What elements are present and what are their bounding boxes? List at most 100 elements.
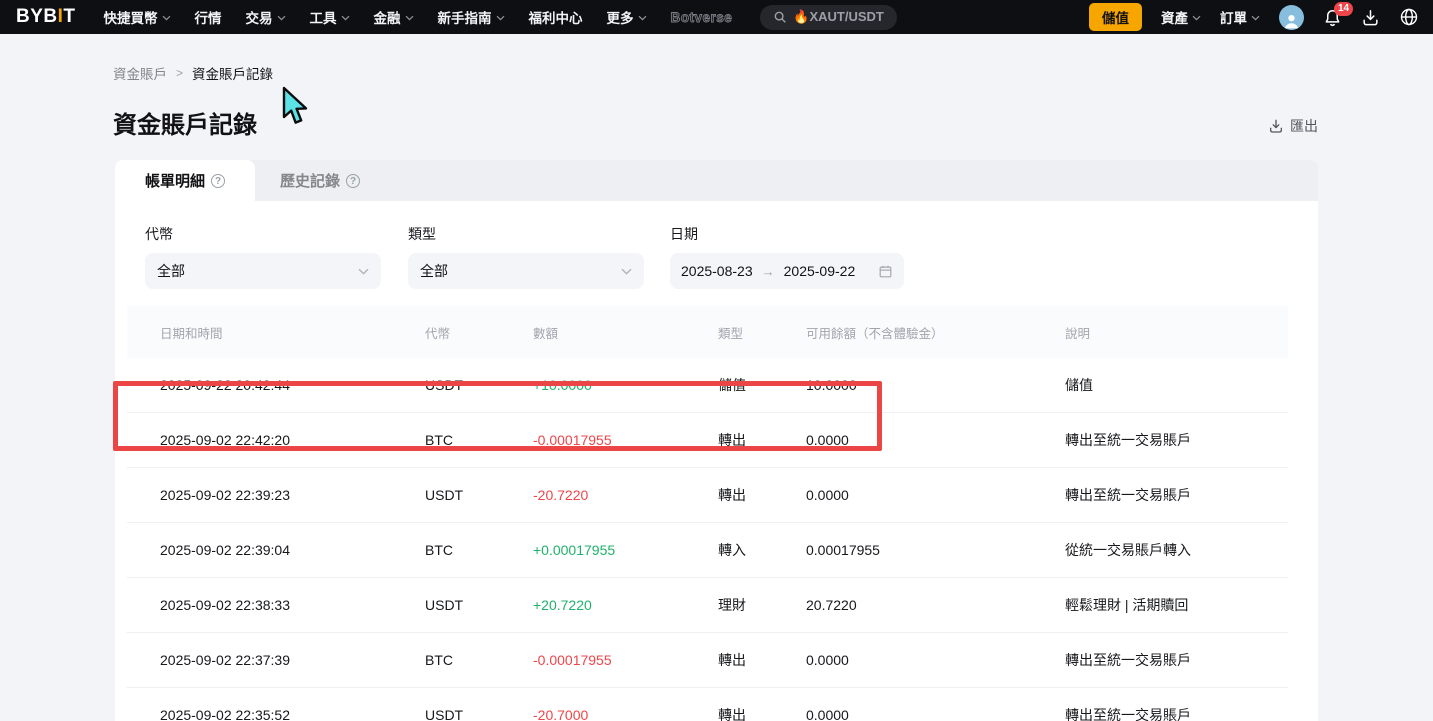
download-app-button[interactable] — [1361, 8, 1380, 27]
chevron-down-icon — [162, 15, 171, 21]
orders-label: 訂單 — [1220, 7, 1247, 27]
table-row[interactable]: 2025-09-22 20:42:44USDT+10.0000儲值10.0000… — [127, 358, 1288, 413]
cell-amount: -0.00017955 — [533, 652, 718, 668]
avatar[interactable] — [1279, 5, 1304, 30]
cell-coin: BTC — [425, 432, 533, 448]
cell-description: 轉出至統一交易賬戶 — [1065, 705, 1288, 721]
breadcrumb-current: 資金賬戶記錄 — [192, 63, 273, 83]
coin-filter-label: 代幣 — [145, 224, 381, 241]
assets-label: 資產 — [1161, 7, 1188, 27]
help-icon[interactable]: ? — [346, 174, 360, 188]
breadcrumb-separator: > — [176, 66, 183, 80]
cell-coin: USDT — [425, 487, 533, 503]
nav-item-4[interactable]: 金融 — [374, 7, 414, 27]
logo-text: BYB — [16, 6, 58, 27]
nav-item-5[interactable]: 新手指南 — [438, 7, 505, 27]
column-header: 數額 — [533, 323, 718, 342]
cell-amount: +20.7220 — [533, 597, 718, 613]
column-header: 代幣 — [425, 323, 533, 342]
chevron-down-icon — [1251, 15, 1260, 21]
assets-menu[interactable]: 資產 — [1161, 7, 1201, 27]
cell-balance: 0.0000 — [806, 432, 1065, 448]
cell-datetime: 2025-09-02 22:38:33 — [160, 597, 425, 613]
help-icon[interactable]: ? — [211, 174, 225, 188]
cell-type: 轉入 — [718, 540, 806, 560]
search-box[interactable]: 🔥XAUT/USDT — [760, 5, 897, 30]
column-header: 類型 — [718, 323, 806, 342]
cell-datetime: 2025-09-22 20:42:44 — [160, 377, 425, 393]
cell-type: 轉出 — [718, 705, 806, 721]
nav-item-6[interactable]: 福利中心 — [529, 7, 583, 27]
nav-item-label: 新手指南 — [438, 7, 492, 27]
tab-1[interactable]: 歷史記錄? — [255, 160, 385, 201]
nav-item-label: 福利中心 — [529, 7, 583, 27]
table-header-row: 日期和時間代幣數額類型可用餘額（不含體驗金）說明 — [127, 306, 1288, 358]
cell-type: 轉出 — [718, 430, 806, 450]
nav-item-0[interactable]: 快捷買幣 — [104, 7, 171, 27]
chevron-down-icon — [405, 15, 414, 21]
date-filter-label: 日期 — [670, 224, 904, 241]
nav-item-3[interactable]: 工具 — [310, 7, 350, 27]
date-arrow: → — [762, 264, 775, 279]
chevron-down-icon — [358, 268, 369, 275]
export-icon — [1268, 118, 1284, 134]
cell-balance: 0.0000 — [806, 652, 1065, 668]
user-icon — [1282, 11, 1301, 30]
nav-item-label: 更多 — [607, 7, 634, 27]
nav-item-label: 工具 — [310, 7, 337, 27]
nav-item-7[interactable]: 更多 — [607, 7, 647, 27]
type-filter-select[interactable]: 全部 — [408, 253, 644, 289]
table-row[interactable]: 2025-09-02 22:35:52USDT-20.7000轉出0.0000轉… — [127, 688, 1288, 721]
download-icon — [1361, 8, 1380, 27]
chevron-down-icon — [1192, 15, 1201, 21]
deposit-button[interactable]: 儲值 — [1089, 3, 1142, 31]
table-row[interactable]: 2025-09-02 22:38:33USDT+20.7220理財20.7220… — [127, 578, 1288, 633]
filter-row: 代幣 全部 類型 全部 日期 2025-08-23 → 2025-09-22 — [115, 201, 1318, 306]
fire-icon: 🔥 — [793, 9, 809, 24]
export-button[interactable]: 匯出 — [1268, 112, 1318, 140]
column-header: 可用餘額（不含體驗金） — [806, 323, 1065, 342]
type-filter-label: 類型 — [408, 224, 644, 241]
chevron-down-icon — [496, 15, 505, 21]
notifications-button[interactable]: 14 — [1323, 8, 1342, 27]
coin-filter-select[interactable]: 全部 — [145, 253, 381, 289]
cell-description: 轉出至統一交易賬戶 — [1065, 650, 1288, 670]
orders-menu[interactable]: 訂單 — [1220, 7, 1260, 27]
cell-coin: USDT — [425, 707, 533, 721]
record-card: 帳單明細?歷史記錄? 代幣 全部 類型 全部 日期 2025-08-23 — [115, 160, 1318, 721]
cell-description: 輕鬆理財 | 活期贖回 — [1065, 595, 1288, 615]
cell-datetime: 2025-09-02 22:39:04 — [160, 542, 425, 558]
tab-0[interactable]: 帳單明細? — [115, 160, 255, 201]
nav-item-1[interactable]: 行情 — [195, 7, 222, 27]
table-row[interactable]: 2025-09-02 22:37:39BTC-0.00017955轉出0.000… — [127, 633, 1288, 688]
tab-label: 歷史記錄 — [280, 170, 340, 191]
cell-description: 轉出至統一交易賬戶 — [1065, 430, 1288, 450]
date-range-picker[interactable]: 2025-08-23 → 2025-09-22 — [670, 253, 904, 289]
notification-badge: 14 — [1334, 2, 1353, 16]
date-end: 2025-09-22 — [784, 263, 856, 279]
bybit-logo[interactable]: BYBIT — [16, 6, 76, 28]
column-header: 說明 — [1065, 323, 1288, 342]
table-row[interactable]: 2025-09-02 22:39:04BTC+0.00017955轉入0.000… — [127, 523, 1288, 578]
table-row[interactable]: 2025-09-02 22:42:20BTC-0.00017955轉出0.000… — [127, 413, 1288, 468]
nav-item-label: Botverse — [671, 10, 733, 25]
chevron-down-icon — [621, 268, 632, 275]
tab-label: 帳單明細 — [145, 170, 205, 191]
records-table: 日期和時間代幣數額類型可用餘額（不含體驗金）說明 2025-09-22 20:4… — [127, 306, 1288, 721]
cell-coin: BTC — [425, 652, 533, 668]
cell-amount: +0.00017955 — [533, 542, 718, 558]
nav-item-8[interactable]: Botverse — [671, 10, 733, 25]
main-nav-menu: 快捷買幣 行情 交易 工具 金融 新手指南 福利中心 更多 Botverse — [92, 7, 745, 27]
chevron-down-icon — [277, 15, 286, 21]
breadcrumb-funding-account[interactable]: 資金賬戶 — [113, 63, 167, 83]
breadcrumb: 資金賬戶 > 資金賬戶記錄 — [0, 34, 1433, 83]
cell-datetime: 2025-09-02 22:35:52 — [160, 707, 425, 721]
table-body: 2025-09-22 20:42:44USDT+10.0000儲值10.0000… — [127, 358, 1288, 721]
type-filter-value: 全部 — [420, 261, 448, 281]
table-row[interactable]: 2025-09-02 22:39:23USDT-20.7220轉出0.0000轉… — [127, 468, 1288, 523]
nav-item-2[interactable]: 交易 — [246, 7, 286, 27]
language-button[interactable] — [1399, 7, 1419, 27]
cell-description: 轉出至統一交易賬戶 — [1065, 485, 1288, 505]
cell-description: 儲值 — [1065, 375, 1288, 395]
cell-coin: USDT — [425, 377, 533, 393]
